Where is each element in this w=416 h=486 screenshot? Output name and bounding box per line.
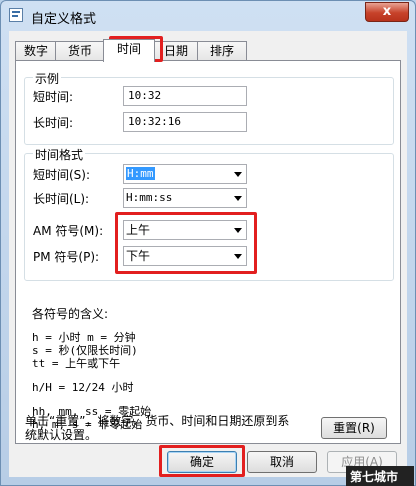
short-time-value: H:mm xyxy=(126,167,155,180)
cancel-button[interactable]: 取消 xyxy=(247,451,317,473)
reset-button[interactable]: 重置(R) xyxy=(321,417,387,439)
example-long-label: 长时间: xyxy=(33,116,74,130)
long-time-combo[interactable]: H:mm:ss xyxy=(123,188,247,208)
title-bar[interactable]: 自定义格式 x xyxy=(1,1,415,29)
window-title: 自定义格式 xyxy=(31,12,97,27)
chevron-down-icon xyxy=(234,196,242,201)
am-symbol-label: AM 符号(M): xyxy=(33,224,104,238)
example-group-title: 示例 xyxy=(33,70,62,87)
reset-description-line-1: 单击“重置”，将数字、货币、时间和日期还原到系 xyxy=(25,414,290,428)
short-time-label: 短时间(S): xyxy=(33,168,91,182)
am-pm-highlight xyxy=(115,212,257,274)
example-group: 示例 短时间: 10:32 长时间: 10:32:16 xyxy=(24,70,394,145)
tab-sort[interactable]: 排序 xyxy=(197,41,247,61)
legend-title: 各符号的含义: xyxy=(32,307,109,321)
chevron-down-icon xyxy=(234,172,242,177)
example-short-label: 短时间: xyxy=(33,90,74,104)
time-tab-panel: 示例 短时间: 10:32 长时间: 10:32:16 时间格式 短时间(S):… xyxy=(15,60,401,444)
short-time-combo[interactable]: H:mm xyxy=(123,164,247,184)
tab-number[interactable]: 数字 xyxy=(15,41,57,61)
tab-currency[interactable]: 货币 xyxy=(55,41,105,61)
legend-line-3: tt = 上午或下午 xyxy=(32,357,121,370)
dialog-client: 数字 货币 时间 日期 排序 示例 短时间: 10:32 长时间: 10:32:… xyxy=(9,31,407,477)
long-time-value: H:mm:ss xyxy=(126,191,173,204)
close-button[interactable]: x xyxy=(365,2,409,22)
window-icon xyxy=(9,8,23,22)
reset-description-line-2: 统默认设置。 xyxy=(25,428,98,442)
long-time-label: 长时间(L): xyxy=(33,192,90,206)
pm-symbol-label: PM 符号(P): xyxy=(33,250,100,264)
tab-time[interactable]: 时间 xyxy=(103,39,155,62)
ok-button-highlight xyxy=(159,445,245,477)
dialog-window: 自定义格式 x 数字 货币 时间 日期 排序 示例 短时间: 10:32 长时间… xyxy=(0,0,416,486)
time-format-group-title: 时间格式 xyxy=(33,146,86,163)
example-short-value: 10:32 xyxy=(123,86,247,106)
legend-line-4: h/H = 12/24 小时 xyxy=(32,381,134,394)
reset-description: 单击“重置”，将数字、货币、时间和日期还原到系 统默认设置。 xyxy=(25,414,315,442)
time-format-group: 时间格式 短时间(S): H:mm 长时间(L): H:mm:ss AM 符号(… xyxy=(24,146,394,281)
example-long-value: 10:32:16 xyxy=(123,112,247,132)
watermark-text: 第七城市 xyxy=(350,470,399,484)
watermark: 第七城市 xyxy=(346,466,414,486)
